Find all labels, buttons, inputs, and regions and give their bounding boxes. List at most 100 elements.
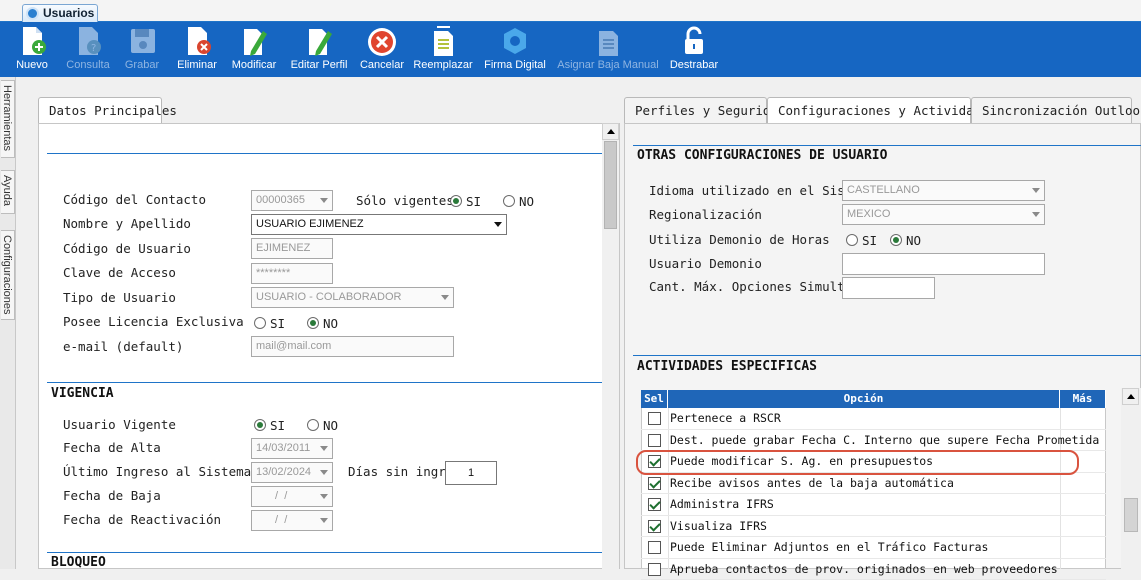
left-scroll-thumb[interactable] xyxy=(604,141,617,229)
activity-row[interactable]: Aprueba contactos de prov. originados en… xyxy=(641,559,1106,580)
tab-datos-principales[interactable]: Datos Principales xyxy=(38,97,162,124)
tab-sincronizacion-outlook[interactable]: Sincronización Outlook xyxy=(971,97,1132,123)
nombre-apellido-select[interactable]: USUARIO EJIMENEZ xyxy=(251,214,507,235)
solo-vigentes-si-label: SI xyxy=(466,194,481,209)
codigo-contacto-label: Código del Contacto xyxy=(63,192,206,207)
grid-scroll-up-button[interactable] xyxy=(1122,388,1139,405)
sel-column-header[interactable]: Sel xyxy=(641,390,668,408)
ultimo-ingreso-value: 13/02/2024 xyxy=(256,466,311,478)
activity-option-text: Visualiza IFRS xyxy=(670,519,767,533)
activity-row[interactable]: Pertenece a RSCR xyxy=(641,408,1106,430)
destrabar-button[interactable]: Destrabar xyxy=(666,22,722,77)
users-module-icon xyxy=(26,7,39,20)
svg-text:?: ? xyxy=(91,43,96,54)
activity-checkbox[interactable] xyxy=(648,498,661,511)
activity-row[interactable]: Visualiza IFRS xyxy=(641,516,1106,538)
tab-datos-principales-label: Datos Principales xyxy=(49,103,177,118)
cancelar-label: Cancelar xyxy=(357,59,407,71)
otras-config-title: OTRAS CONFIGURACIONES DE USUARIO xyxy=(637,148,887,163)
solo-vigentes-no-radio[interactable] xyxy=(503,195,515,207)
codigo-usuario-label: Código de Usuario xyxy=(63,241,191,256)
cant-max-opciones-field[interactable] xyxy=(842,277,935,299)
tipo-usuario-value: USUARIO - COLABORADOR xyxy=(256,291,401,303)
mas-column-header[interactable]: Más xyxy=(1060,390,1106,408)
activity-checkbox[interactable] xyxy=(648,412,661,425)
side-tab-herramientas[interactable]: Herramientas xyxy=(1,80,15,158)
opcion-column-header[interactable]: Opción xyxy=(668,390,1060,408)
regionalizacion-select[interactable]: MEXICO xyxy=(842,204,1045,225)
side-tab-configuraciones[interactable]: Configuraciones xyxy=(1,230,15,320)
clave-acceso-field[interactable]: ******** xyxy=(251,263,333,284)
clave-acceso-label: Clave de Acceso xyxy=(63,265,176,280)
ultimo-ingreso-field[interactable]: 13/02/2024 xyxy=(251,462,333,483)
vigente-si-radio[interactable] xyxy=(254,419,266,431)
divider xyxy=(47,552,602,553)
grabar-button[interactable]: Grabar xyxy=(120,22,164,77)
activity-row[interactable]: Puede Eliminar Adjuntos en el Tráfico Fa… xyxy=(641,537,1106,559)
query-icon: ? xyxy=(73,25,103,57)
codigo-usuario-field[interactable]: EJIMENEZ xyxy=(251,238,333,259)
grid-scrollbar[interactable] xyxy=(1121,388,1141,569)
nombre-apellido-value: USUARIO EJIMENEZ xyxy=(256,218,364,230)
dias-sin-ingreso-field[interactable]: 1 xyxy=(445,461,497,485)
side-tab-ayuda[interactable]: Ayuda xyxy=(1,170,15,214)
solo-vigentes-si-radio[interactable] xyxy=(450,195,462,207)
tab-configuraciones-actividades[interactable]: Configuraciones y Actividades xyxy=(767,97,971,124)
bloqueo-section-title: BLOQUEO xyxy=(51,555,106,570)
divider xyxy=(47,153,602,154)
nuevo-button[interactable]: Nuevo xyxy=(10,22,54,77)
email-field[interactable]: mail@mail.com xyxy=(251,336,454,357)
eliminar-button[interactable]: Eliminar xyxy=(173,22,221,77)
activity-checkbox[interactable] xyxy=(648,520,661,533)
left-scroll-up-button[interactable] xyxy=(602,123,619,140)
tab-perfiles-seguridad[interactable]: Perfiles y Seguridad xyxy=(624,97,767,123)
demonio-si-radio[interactable] xyxy=(846,234,858,246)
codigo-contacto-field[interactable]: 00000365 xyxy=(251,190,333,211)
activity-checkbox[interactable] xyxy=(648,541,661,554)
fecha-baja-value: / / xyxy=(272,490,287,502)
vigente-si-label: SI xyxy=(270,418,285,433)
licencia-si-label: SI xyxy=(270,316,285,331)
tipo-usuario-select[interactable]: USUARIO - COLABORADOR xyxy=(251,287,454,308)
delete-icon xyxy=(182,25,212,57)
idioma-label: Idioma utilizado en el Sistema xyxy=(649,183,875,198)
firma-digital-button[interactable]: Firma Digital xyxy=(480,22,550,77)
fecha-alta-field[interactable]: 14/03/2011 xyxy=(251,438,333,459)
cancel-icon xyxy=(367,25,397,57)
grid-scroll-thumb[interactable] xyxy=(1124,498,1138,532)
fecha-baja-field[interactable]: / / xyxy=(251,486,333,507)
chevron-down-icon xyxy=(320,470,328,475)
left-panel-scrollbar[interactable] xyxy=(602,123,619,569)
activity-option-text: Puede Eliminar Adjuntos en el Tráfico Fa… xyxy=(670,540,989,554)
activity-checkbox[interactable] xyxy=(648,477,661,490)
activity-row[interactable]: Administra IFRS xyxy=(641,494,1106,516)
licencia-no-radio[interactable] xyxy=(307,317,319,329)
divider xyxy=(633,355,1141,356)
asignar-baja-manual-button[interactable]: Asignar Baja Manual xyxy=(556,22,660,77)
cancelar-button[interactable]: Cancelar xyxy=(357,22,407,77)
destrabar-label: Destrabar xyxy=(666,59,722,71)
chevron-down-icon xyxy=(320,198,328,203)
idioma-select[interactable]: CASTELLANO xyxy=(842,180,1045,201)
editar-perfil-button[interactable]: Editar Perfil xyxy=(286,22,352,77)
activity-checkbox[interactable] xyxy=(648,434,661,447)
licencia-si-radio[interactable] xyxy=(254,317,266,329)
email-placeholder: mail@mail.com xyxy=(256,340,331,352)
fecha-reactivacion-field[interactable]: / / xyxy=(251,510,333,531)
reemplazar-button[interactable]: Reemplazar xyxy=(412,22,474,77)
dias-sin-ingreso-value: 1 xyxy=(468,467,474,479)
reemplazar-label: Reemplazar xyxy=(412,59,474,71)
ultimo-ingreso-label: Último Ingreso al Sistema xyxy=(63,464,251,479)
demonio-horas-label: Utiliza Demonio de Horas xyxy=(649,232,830,247)
activity-row[interactable]: Dest. puede grabar Fecha C. Interno que … xyxy=(641,430,1106,452)
tab-usuarios[interactable]: Usuarios xyxy=(22,4,98,23)
activity-row[interactable]: Recibe avisos antes de la baja automátic… xyxy=(641,473,1106,495)
modificar-button[interactable]: Modificar xyxy=(228,22,280,77)
grabar-label: Grabar xyxy=(120,59,164,71)
consulta-button[interactable]: ? Consulta xyxy=(62,22,114,77)
regionalizacion-value: MEXICO xyxy=(847,208,890,220)
usuario-demonio-field[interactable] xyxy=(842,253,1045,275)
vigente-no-radio[interactable] xyxy=(307,419,319,431)
demonio-no-radio[interactable] xyxy=(890,234,902,246)
activity-checkbox[interactable] xyxy=(648,563,661,576)
